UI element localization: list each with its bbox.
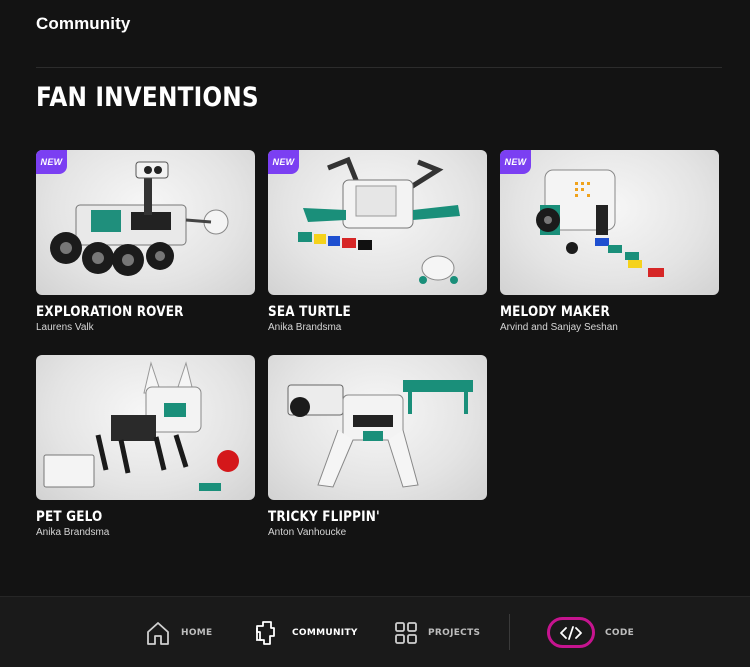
home-icon <box>145 620 171 646</box>
new-badge: NEW <box>36 150 67 174</box>
invention-card-exploration-rover[interactable]: NEW EXPLORATION ROVER Laurens Valk <box>36 150 255 333</box>
card-author: Anika Brandsma <box>268 322 342 333</box>
community-icon <box>252 619 282 647</box>
invention-card-pet-gelo[interactable]: PET GELO Anika Brandsma <box>36 355 255 538</box>
invention-thumbnail[interactable]: NEW <box>268 150 487 295</box>
projects-icon <box>394 621 418 645</box>
new-badge: NEW <box>268 150 299 174</box>
invention-card-melody-maker[interactable]: NEW MELODY MAKER Arvind and Sanjay Sesha… <box>500 150 719 333</box>
section-title: FAN INVENTIONS <box>36 82 259 113</box>
nav-code-label: CODE <box>605 627 635 638</box>
invention-thumbnail[interactable] <box>268 355 487 500</box>
invention-thumbnail[interactable]: NEW <box>500 150 719 295</box>
card-author: Anika Brandsma <box>36 527 110 538</box>
tricky-flippin-illustration <box>287 380 473 488</box>
card-author: Anton Vanhoucke <box>268 527 347 538</box>
new-badge: NEW <box>500 150 531 174</box>
nav-home[interactable]: HOME <box>145 597 213 667</box>
bottom-navigation: HOME COMMUNITY PROJECTS CODE <box>0 596 750 667</box>
melody-maker-illustration <box>536 169 664 277</box>
nav-community-label: COMMUNITY <box>292 627 358 638</box>
invention-thumbnail[interactable] <box>36 355 255 500</box>
page-header-title: Community <box>36 14 131 33</box>
pet-gelo-illustration <box>43 361 239 491</box>
nav-projects[interactable]: PROJECTS <box>394 597 480 667</box>
nav-separator <box>509 614 510 650</box>
card-title: TRICKY FLIPPIN' <box>268 509 380 525</box>
rover-illustration <box>50 161 229 276</box>
card-author: Arvind and Sanjay Seshan <box>500 322 618 333</box>
nav-community[interactable]: COMMUNITY <box>252 597 358 667</box>
invention-card-tricky-flippin[interactable]: TRICKY FLIPPIN' Anton Vanhoucke <box>268 355 487 538</box>
card-title: EXPLORATION ROVER <box>36 304 184 320</box>
nav-home-label: HOME <box>181 627 213 638</box>
nav-code[interactable]: CODE <box>547 597 634 667</box>
invention-card-sea-turtle[interactable]: NEW SEA TURTLE Anika Brandsma <box>268 150 487 333</box>
card-title: MELODY MAKER <box>500 304 610 320</box>
card-author: Laurens Valk <box>36 322 94 333</box>
nav-projects-label: PROJECTS <box>428 627 481 638</box>
turtle-illustration <box>298 156 460 284</box>
card-title: PET GELO <box>36 509 103 525</box>
community-page: Community FAN INVENTIONS NEW EXPLORATION… <box>0 0 750 667</box>
code-icon <box>547 617 595 648</box>
card-title: SEA TURTLE <box>268 304 351 320</box>
header-divider <box>36 67 722 68</box>
invention-thumbnail[interactable]: NEW <box>36 150 255 295</box>
